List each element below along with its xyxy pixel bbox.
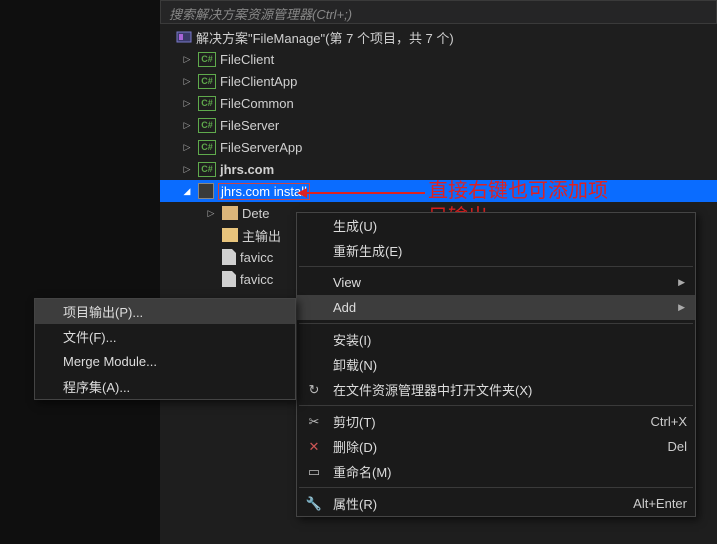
expander-icon[interactable]: ▷ bbox=[180, 76, 194, 87]
solution-node[interactable]: 解决方案"FileManage"(第 7 个项目，共 7 个) bbox=[160, 26, 717, 48]
expander-icon[interactable]: ◢ bbox=[180, 186, 194, 197]
project-node[interactable]: ▷ C# FileServerApp bbox=[160, 136, 717, 158]
menu-view[interactable]: View▶ bbox=[297, 270, 695, 295]
submenu-project-output[interactable]: 项目输出(P)... bbox=[35, 299, 295, 324]
solution-label: 解决方案"FileManage"(第 7 个项目，共 7 个) bbox=[196, 28, 454, 47]
menu-open-explorer[interactable]: ↻ 在文件资源管理器中打开文件夹(X) bbox=[297, 377, 695, 402]
expander-icon[interactable]: ▷ bbox=[180, 142, 194, 153]
annotation-arrow bbox=[305, 192, 425, 194]
submenu-assembly[interactable]: 程序集(A)... bbox=[35, 374, 295, 399]
cut-icon: ✂ bbox=[305, 414, 323, 430]
solution-icon bbox=[176, 29, 192, 45]
csharp-icon: C# bbox=[198, 52, 216, 67]
refresh-icon: ↻ bbox=[305, 382, 323, 398]
menu-separator bbox=[299, 405, 693, 406]
expander-icon[interactable]: ▷ bbox=[180, 120, 194, 131]
rename-icon: ▭ bbox=[305, 464, 323, 480]
menu-build[interactable]: 生成(U) bbox=[297, 213, 695, 238]
menu-rename[interactable]: ▭ 重命名(M) bbox=[297, 459, 695, 484]
expander-icon[interactable]: ▷ bbox=[204, 208, 218, 219]
project-node[interactable]: ▷ C# FileServer bbox=[160, 114, 717, 136]
delete-icon: ✕ bbox=[305, 439, 323, 455]
project-label: FileClientApp bbox=[220, 74, 297, 89]
folder-label: Dete bbox=[242, 206, 269, 221]
chevron-right-icon: ▶ bbox=[678, 277, 685, 288]
project-label: FileServerApp bbox=[220, 140, 302, 155]
project-label: FileCommon bbox=[220, 96, 294, 111]
expander-icon[interactable]: ▷ bbox=[180, 164, 194, 175]
wrench-icon: 🔧 bbox=[305, 496, 323, 512]
context-submenu-add: 项目输出(P)... 文件(F)... Merge Module... 程序集(… bbox=[34, 298, 296, 400]
submenu-merge-module[interactable]: Merge Module... bbox=[35, 349, 295, 374]
csharp-icon: C# bbox=[198, 162, 216, 177]
file-label: favicc bbox=[240, 250, 273, 265]
csharp-icon: C# bbox=[198, 74, 216, 89]
project-label: FileServer bbox=[220, 118, 279, 133]
project-node[interactable]: ▷ C# jhrs.com bbox=[160, 158, 717, 180]
project-label: jhrs.com bbox=[220, 162, 274, 177]
folder-label: 主输出 bbox=[242, 226, 281, 245]
file-label: favicc bbox=[240, 272, 273, 287]
menu-separator bbox=[299, 266, 693, 267]
installer-icon bbox=[198, 183, 214, 199]
project-node[interactable]: ▷ C# FileClientApp bbox=[160, 70, 717, 92]
folder-icon bbox=[222, 228, 238, 242]
project-node[interactable]: ▷ C# FileClient bbox=[160, 48, 717, 70]
project-node[interactable]: ▷ C# FileCommon bbox=[160, 92, 717, 114]
project-label: FileClient bbox=[220, 52, 274, 67]
context-menu: 生成(U) 重新生成(E) View▶ Add▶ 安装(I) 卸载(N) ↻ 在… bbox=[296, 212, 696, 517]
menu-rebuild[interactable]: 重新生成(E) bbox=[297, 238, 695, 263]
csharp-icon: C# bbox=[198, 118, 216, 133]
folder-icon bbox=[222, 206, 238, 220]
expander-icon[interactable]: ▷ bbox=[180, 54, 194, 65]
menu-separator bbox=[299, 487, 693, 488]
expander-icon[interactable]: ▷ bbox=[180, 98, 194, 109]
csharp-icon: C# bbox=[198, 140, 216, 155]
chevron-right-icon: ▶ bbox=[678, 302, 685, 313]
menu-separator bbox=[299, 323, 693, 324]
menu-unload[interactable]: 卸载(N) bbox=[297, 352, 695, 377]
editor-void bbox=[0, 0, 160, 544]
submenu-file[interactable]: 文件(F)... bbox=[35, 324, 295, 349]
file-icon bbox=[222, 271, 236, 287]
menu-add[interactable]: Add▶ bbox=[297, 295, 695, 320]
menu-install[interactable]: 安装(I) bbox=[297, 327, 695, 352]
menu-cut[interactable]: ✂ 剪切(T)Ctrl+X bbox=[297, 409, 695, 434]
solution-explorer-search[interactable]: 搜索解决方案资源管理器(Ctrl+;) bbox=[160, 0, 717, 24]
menu-delete[interactable]: ✕ 删除(D)Del bbox=[297, 434, 695, 459]
menu-properties[interactable]: 🔧 属性(R)Alt+Enter bbox=[297, 491, 695, 516]
file-icon bbox=[222, 249, 236, 265]
csharp-icon: C# bbox=[198, 96, 216, 111]
